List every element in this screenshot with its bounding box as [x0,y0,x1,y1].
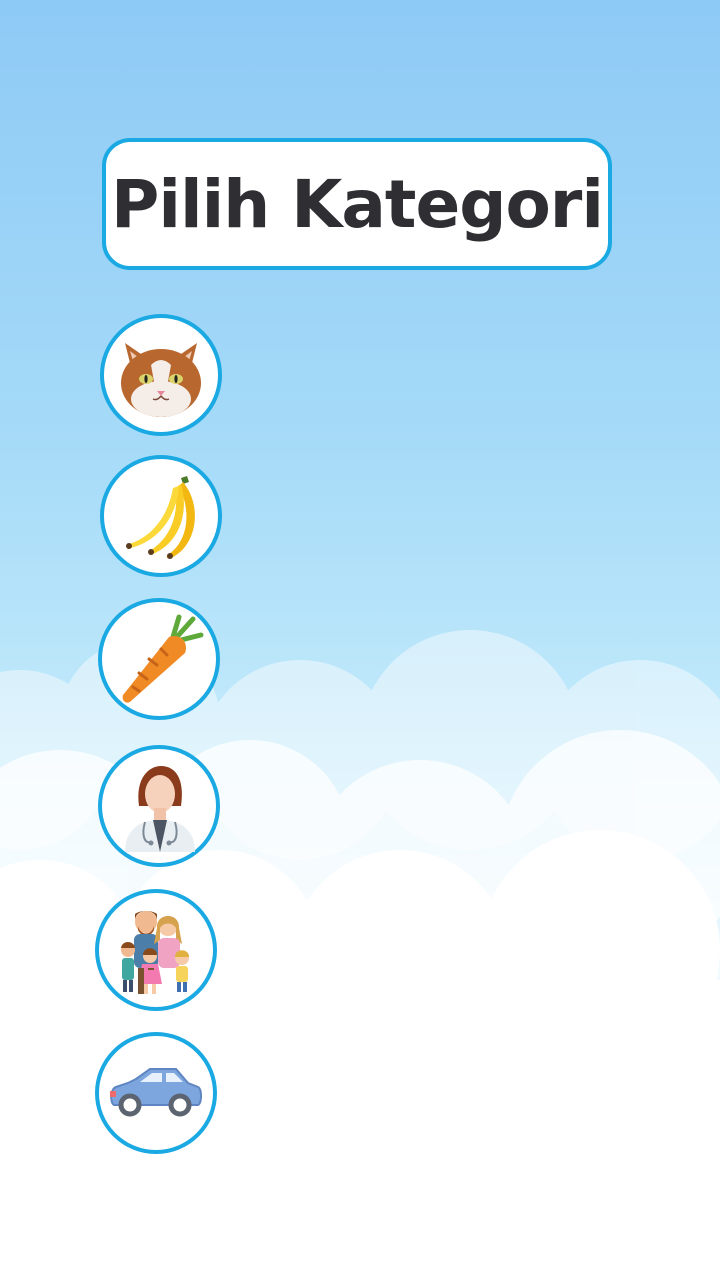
category-button-banana[interactable] [100,455,222,577]
category-button-carrot[interactable] [98,598,220,720]
doctor-icon [125,766,195,852]
banana-icon [126,476,195,559]
page-title: Pilih Kategori [111,165,604,243]
carrot-icon [122,614,204,703]
car-icon [110,1068,202,1117]
category-button-car[interactable] [95,1032,217,1154]
family-icon [121,911,189,994]
category-button-family[interactable] [95,889,217,1011]
category-button-doctor[interactable] [98,745,220,867]
cat-icon [121,343,201,417]
category-button-cat[interactable] [100,314,222,436]
title-banner: Pilih Kategori [102,138,612,270]
